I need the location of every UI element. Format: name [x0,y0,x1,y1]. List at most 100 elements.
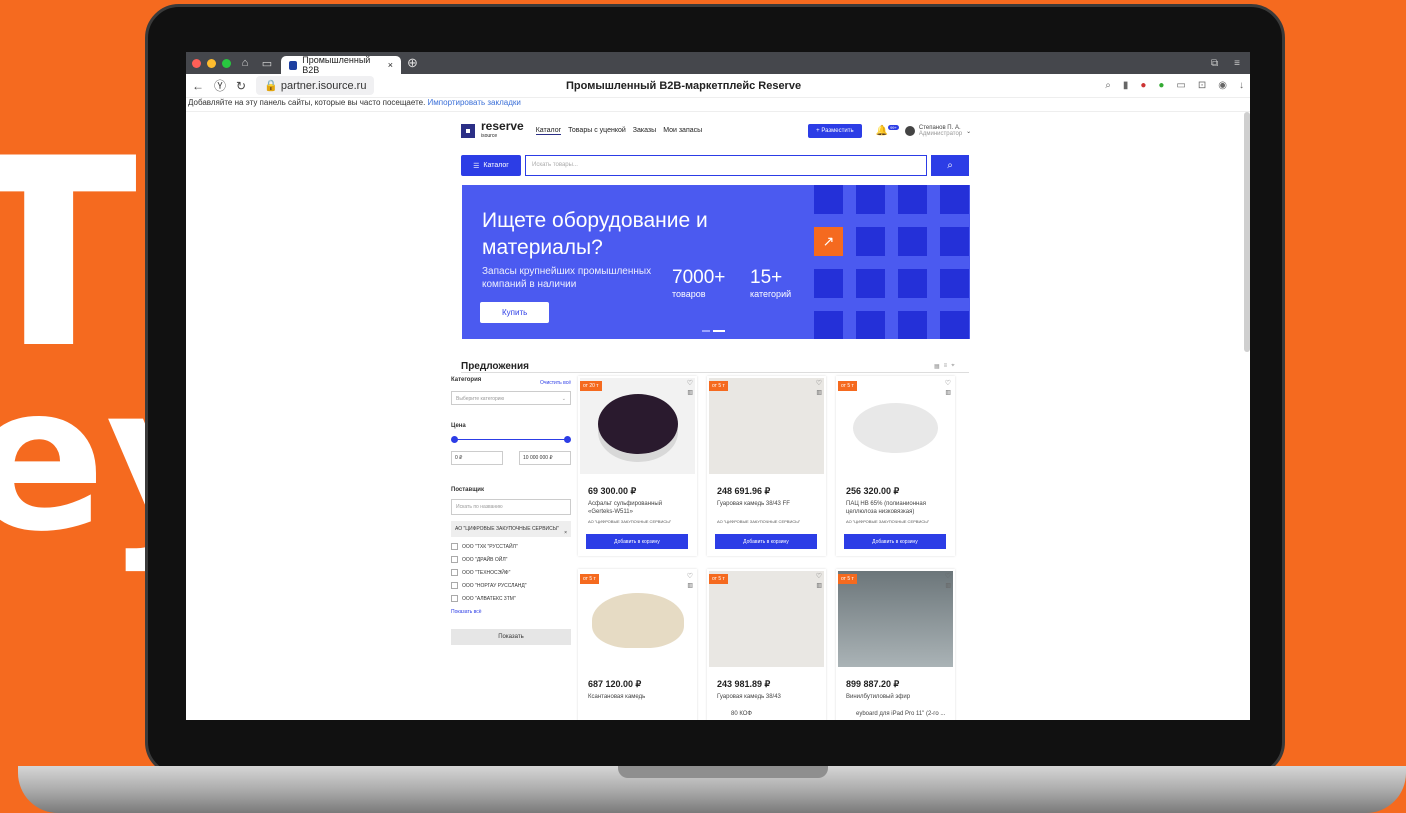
supplier-checkbox[interactable]: ООО "ТЕХНОСЭЙФ" [451,569,571,576]
main-menu: Каталог Товары с уценкой Заказы Мои запа… [535,127,702,135]
supplier-search-input[interactable]: Искать по названию [451,499,571,515]
product-image [709,571,824,667]
favorite-icon[interactable]: ♡ [945,572,951,580]
product-card[interactable]: от 5 т ♡ ▥ 243 981.89 ₽ Гуаровая камедь … [707,569,826,720]
favorite-icon[interactable]: ♡ [687,379,693,387]
import-bookmarks-link[interactable]: Импортировать закладки [428,98,521,107]
supplier-label: Поставщик [451,487,484,493]
product-name[interactable]: Гуаровая камедь 38/43 FF [717,500,817,508]
arrow-icon[interactable]: ↗ [814,227,843,256]
grid-view-icon[interactable]: ▦ [934,363,940,370]
compare-icon[interactable]: ▥ [816,389,822,396]
menu-orders[interactable]: Заказы [633,127,656,135]
menu-stock[interactable]: Мои запасы [663,127,702,135]
product-card[interactable]: от 5 т ♡ ▥ 899 887.20 ₽ Винилбутиловый э… [836,569,955,720]
min-qty-badge: от 5 т [580,574,599,584]
search-button[interactable]: ⌕ [931,155,969,176]
extension-icon-2[interactable]: ● [1158,80,1164,91]
extension-icon-3[interactable]: ▭ [1176,80,1185,91]
user-menu[interactable]: Степанов П. А. Администратор ⌄ [904,125,971,137]
price-slider[interactable] [451,435,571,445]
map-view-icon[interactable]: ⌖ [951,363,954,370]
price-min-field[interactable]: 0 ₽ [451,451,503,465]
menu-catalog[interactable]: Каталог [535,127,562,135]
stat-categories: 15+ категорий [750,267,791,299]
favorite-icon[interactable]: ♡ [816,572,822,580]
banner-subtitle: Запасы крупнейших промышленных компаний … [482,266,652,290]
home-icon[interactable]: ⌂ [237,57,253,69]
product-card[interactable]: от 5 т ♡ ▥ 248 691.96 ₽ Гуаровая камедь … [707,376,826,556]
notifications-icon[interactable]: 🔔 99+ [876,125,899,137]
offers-title: Предложения [461,361,529,372]
supplier-name: ООО "ТЕХНОСЭЙФ" [462,569,511,576]
price-max-handle[interactable] [564,436,571,443]
downloads-icon[interactable]: ↓ [1239,80,1244,91]
reload-icon[interactable]: ↻ [236,79,246,93]
product-card[interactable]: от 5 т ♡ ▥ 687 120.00 ₽ Ксантановая каме… [578,569,697,720]
add-to-cart-button[interactable]: Добавить в корзину [715,534,817,549]
extension-icon-1[interactable]: ● [1140,80,1146,91]
add-to-cart-button[interactable]: Добавить в корзину [586,534,688,549]
yandex-icon[interactable]: Ⓨ [214,77,226,94]
product-card[interactable]: от 20 т ♡ ▥ 69 300.00 ₽ Асфальт сульфиро… [578,376,697,556]
compare-icon[interactable]: ▥ [816,582,822,589]
product-name[interactable]: Винилбутиловый эфир [846,693,946,701]
supplier-checkbox[interactable]: ООО "АЛВАТЕКС 3ТМ" [451,595,571,602]
price-max-field[interactable]: 10 000 000 ₽ [519,451,571,465]
page-title: Промышленный B2B-маркетплейс Reserve [566,80,802,92]
new-folder-icon[interactable]: ▭ [259,57,275,70]
back-icon[interactable]: ← [192,79,204,93]
product-name[interactable]: ПАЦ НВ 65% (полианионная целлюлоза низко… [846,500,946,516]
product-price: 248 691.96 ₽ [717,486,771,496]
promo-banner[interactable]: Ищете оборудование и материалы? Запасы к… [462,185,970,339]
compare-icon[interactable]: ▥ [687,582,693,589]
logo[interactable]: reserve isource [481,120,524,141]
product-name[interactable]: Гуаровая камедь 38/43 [717,693,817,701]
show-button[interactable]: Показать [451,629,571,645]
supplier-checkbox[interactable]: ООО "НОРГАУ РУССЛАНД" [451,582,571,589]
new-tab-icon[interactable]: ⊕ [407,55,418,71]
extension-icon-4[interactable]: ⊡ [1198,80,1206,91]
menu-icon[interactable]: ≡ [1234,58,1240,69]
remove-chip-icon[interactable]: × [564,529,567,537]
product-name[interactable]: Ксантановая камедь [588,693,688,701]
supplier-checkbox[interactable]: ООО "ДРАЙВ ОЙЛ" [451,556,571,563]
compare-icon[interactable]: ▥ [945,389,951,396]
product-card[interactable]: от 5 т ♡ ▥ 256 320.00 ₽ ПАЦ НВ 65% (поли… [836,376,955,556]
maximize-window-dot[interactable] [222,58,231,68]
minimize-window-dot[interactable] [207,58,216,68]
compare-icon[interactable]: ▥ [687,389,693,396]
menu-discounted[interactable]: Товары с уценкой [568,127,626,135]
bookmark-icon[interactable]: ▮ [1123,80,1129,91]
tab-close-icon[interactable]: × [388,60,393,70]
supplier-checkbox[interactable]: ООО "ТХК "РУССТАЙЛ" [451,543,571,550]
favorite-icon[interactable]: ♡ [816,379,822,387]
search-input[interactable]: Искать товары... [525,155,927,176]
favorite-icon[interactable]: ♡ [945,379,951,387]
selected-supplier-chip[interactable]: АО "ЦИФРОВЫЕ ЗАКУПОЧНЫЕ СЕРВИСЫ" × [451,521,571,537]
clear-all-link[interactable]: Очистить всё [540,380,571,386]
logo-icon[interactable] [461,124,475,138]
extension-icon-5[interactable]: ◉ [1218,80,1227,91]
carousel-dots[interactable] [702,330,725,332]
tab-active[interactable]: Промышленный B2B × [281,55,401,75]
catalog-button[interactable]: ☰ Каталог [461,155,521,176]
product-name[interactable]: Асфальт сульфированный «Gerteks-W511» [588,500,688,516]
compare-icon[interactable]: ▥ [945,582,951,589]
buy-button[interactable]: Купить [480,302,550,323]
price-min-handle[interactable] [451,436,458,443]
overflow-text-2: eyboard для iPad Pro 11" (2-го ... [856,711,946,717]
list-view-icon[interactable]: ≡ [944,363,948,370]
place-button[interactable]: + Разместить [808,124,862,138]
page-scrollbar[interactable] [1244,112,1250,352]
product-image [709,378,824,474]
url-field[interactable]: 🔒 partner.isource.ru [256,76,375,95]
favorite-icon[interactable]: ♡ [687,572,693,580]
product-seller: АО "ЦИФРОВЫЕ ЗАКУПОЧНЫЕ СЕРВИСЫ" [846,519,930,524]
add-to-cart-button[interactable]: Добавить в корзину [844,534,946,549]
tabs-icon[interactable]: ⧉ [1211,58,1218,69]
close-window-dot[interactable] [192,58,201,68]
search-icon[interactable]: ⌕ [1105,80,1111,91]
show-all-link[interactable]: Показать всё [451,609,571,615]
category-select[interactable]: Выберите категорию ⌄ [451,391,571,405]
